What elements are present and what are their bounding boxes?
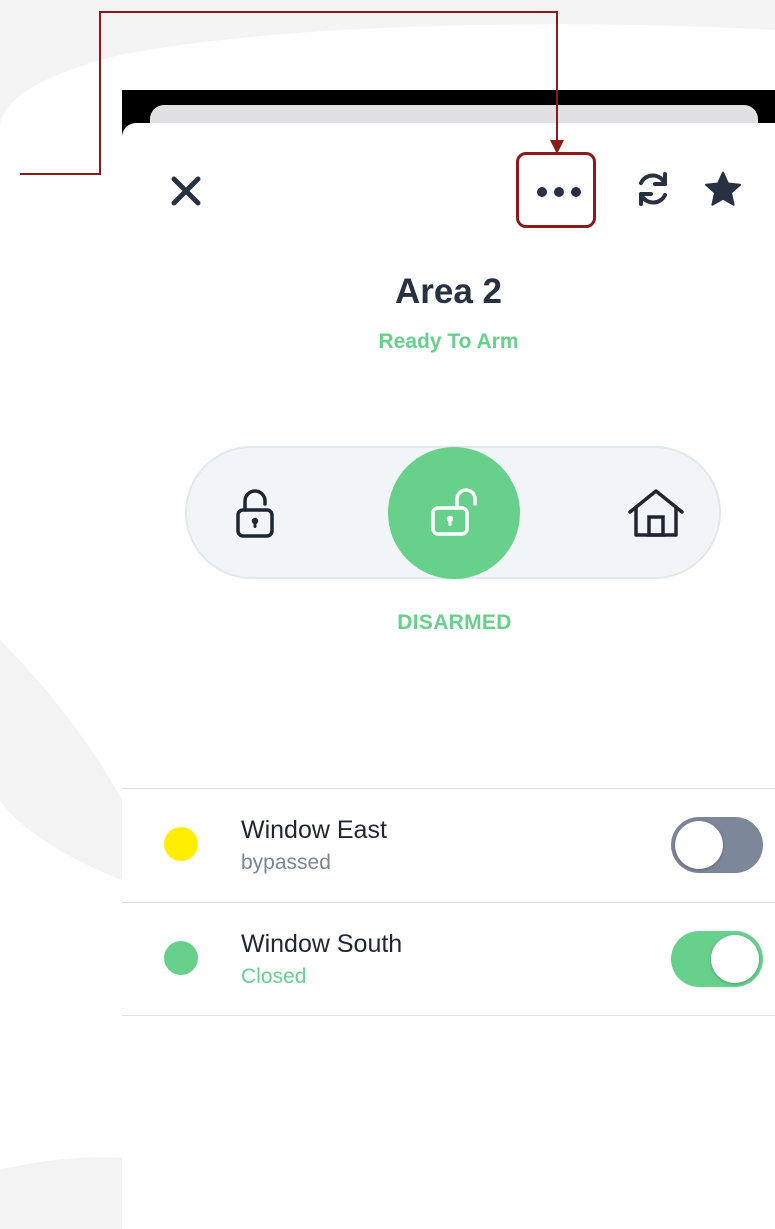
toggle-knob (675, 821, 723, 869)
arm-stay-button[interactable] (620, 480, 692, 546)
zone-name: Window South (241, 930, 403, 958)
home-icon (628, 489, 684, 537)
close-button[interactable] (163, 168, 209, 214)
list-divider-bottom (122, 1015, 775, 1016)
star-icon (705, 171, 741, 206)
callout-highlight-box (516, 152, 596, 228)
disarm-button[interactable] (388, 447, 520, 579)
refresh-button[interactable] (630, 166, 676, 212)
zone-row-window-south[interactable]: Window South Closed (122, 903, 775, 1015)
favorite-button[interactable] (700, 166, 746, 212)
toggle-knob (711, 935, 759, 983)
close-icon (171, 176, 201, 206)
area-status: Ready To Arm (378, 330, 519, 353)
arm-state-label: DISARMED (397, 611, 512, 634)
zone-bypass-toggle[interactable] (671, 817, 763, 873)
area-title: Area 2 (394, 272, 503, 311)
refresh-icon (639, 172, 667, 206)
zone-status-dot (164, 827, 198, 861)
zone-bypass-toggle[interactable] (671, 931, 763, 987)
arm-away-button[interactable] (222, 484, 288, 544)
zone-row-window-east[interactable]: Window East bypassed (122, 789, 775, 901)
zone-state: Closed (241, 965, 307, 988)
unlock-icon (431, 488, 477, 536)
zone-name: Window East (241, 816, 387, 844)
zone-state: bypassed (241, 851, 331, 874)
zone-status-dot (164, 941, 198, 975)
lock-icon (236, 489, 274, 538)
